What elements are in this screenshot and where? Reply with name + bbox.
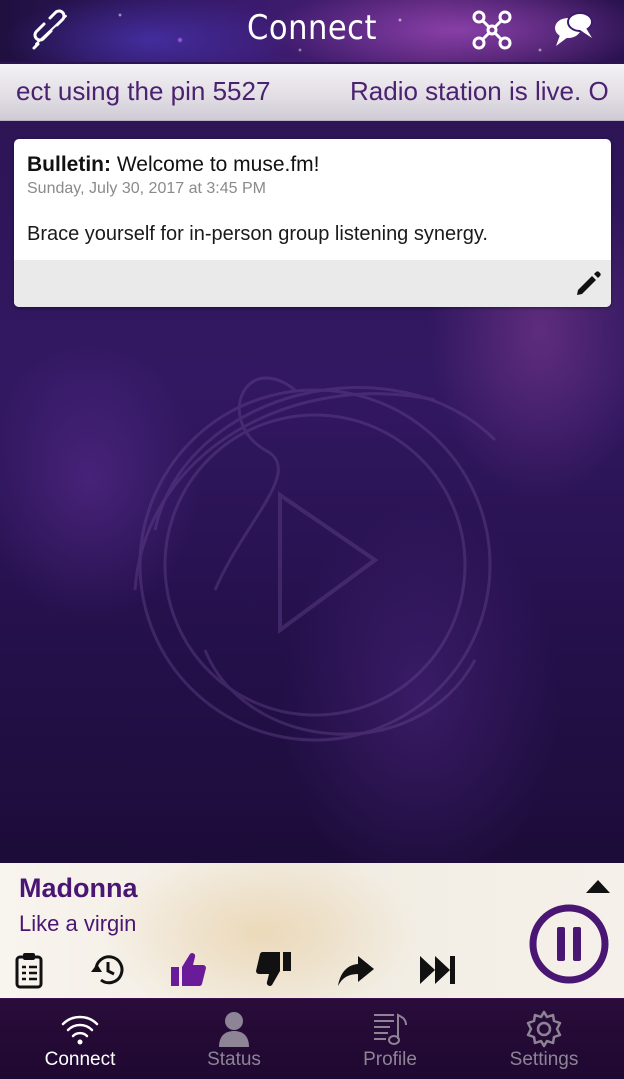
page-title: Connect <box>247 8 377 48</box>
thumbs-up-icon[interactable] <box>168 950 208 990</box>
expand-up-icon[interactable] <box>585 878 611 894</box>
gear-icon <box>526 1010 562 1048</box>
person-icon <box>219 1012 249 1047</box>
tab-connect[interactable]: Connect <box>2 999 158 1079</box>
history-icon[interactable] <box>88 950 128 990</box>
announcement-ticker: ect using the pin 5527 Radio station is … <box>0 64 624 121</box>
bulletin-label: Bulletin: <box>27 153 111 176</box>
skip-forward-icon[interactable] <box>418 950 458 990</box>
bulletin-title: Welcome to muse.fm! <box>116 153 320 176</box>
tab-settings[interactable]: Settings <box>466 999 622 1079</box>
playlist-icon <box>374 1013 407 1045</box>
bulletin-body: Brace yourself for in-person group liste… <box>27 223 488 245</box>
chat-icon[interactable] <box>552 8 596 52</box>
network-icon[interactable] <box>470 8 514 52</box>
song-title: Like a virgin <box>19 911 137 936</box>
thumbs-down-icon[interactable] <box>254 950 294 990</box>
share-icon[interactable] <box>336 950 376 990</box>
muse-logo-watermark <box>133 376 497 742</box>
edit-pencil-icon[interactable] <box>575 271 601 297</box>
ticker-text-left: ect using the pin 5527 <box>16 76 271 106</box>
wifi-icon <box>61 1015 99 1045</box>
now-playing-bar: Madonna Like a virgin <box>0 863 624 998</box>
tab-bar: Connect Status Profile Settings <box>0 998 624 1079</box>
ticker-text-right: Radio station is live. O <box>350 76 609 106</box>
bulletin-card: Bulletin: Welcome to muse.fm! Sunday, Ju… <box>14 139 611 307</box>
tab-status[interactable]: Status <box>156 999 312 1079</box>
bulletin-heading: Bulletin: Welcome to muse.fm! <box>27 153 320 177</box>
tab-connect-label: Connect <box>44 1049 116 1070</box>
artist-name: Madonna <box>19 873 138 903</box>
tab-settings-label: Settings <box>509 1049 579 1070</box>
tab-profile-label: Profile <box>363 1049 417 1070</box>
bulletin-footer <box>14 260 611 307</box>
header-bar: Connect <box>0 0 624 62</box>
tab-profile[interactable]: Profile <box>312 999 468 1079</box>
tab-status-label: Status <box>207 1049 261 1070</box>
bulletin-date: Sunday, July 30, 2017 at 3:45 PM <box>27 180 266 197</box>
clipboard-icon[interactable] <box>9 950 49 990</box>
pause-button[interactable] <box>528 903 610 985</box>
